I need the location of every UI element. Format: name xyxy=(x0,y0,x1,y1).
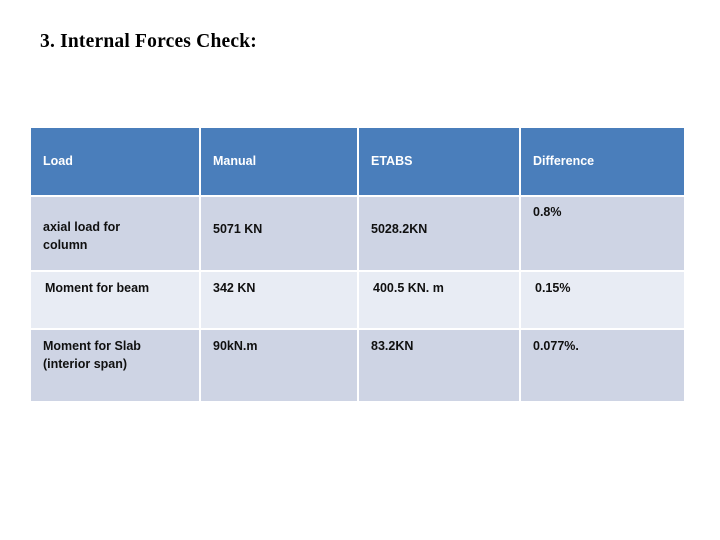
cell-etabs-value: 83.2KN xyxy=(371,339,414,353)
internal-forces-table: Load Manual ETABS Difference axial load … xyxy=(31,128,684,401)
table-row: axial load for column 5071 KN 5028.2KN 0… xyxy=(31,197,684,272)
cell-difference: 0.15% xyxy=(521,272,684,330)
cell-etabs: 5028.2KN xyxy=(359,197,521,272)
column-header-etabs-label: ETABS xyxy=(371,154,413,168)
cell-manual: 5071 KN xyxy=(201,197,359,272)
cell-difference-value: 0.077%. xyxy=(533,339,579,353)
page-title: 3. Internal Forces Check: xyxy=(40,31,257,52)
cell-manual-value: 342 KN xyxy=(213,281,256,295)
cell-etabs-value: 5028.2KN xyxy=(371,222,428,236)
table-header-row: Load Manual ETABS Difference xyxy=(31,128,684,197)
cell-difference-value: 0.8% xyxy=(533,205,562,219)
column-header-manual-label: Manual xyxy=(213,154,257,168)
cell-difference: 0.8% xyxy=(521,197,684,272)
cell-manual-value: 5071 KN xyxy=(213,222,263,236)
column-header-difference: Difference xyxy=(521,128,684,197)
column-header-difference-label: Difference xyxy=(533,154,595,168)
cell-difference-value: 0.15% xyxy=(535,281,571,295)
cell-manual: 90kN.m xyxy=(201,330,359,401)
cell-etabs-value: 400.5 KN. m xyxy=(373,281,444,295)
cell-difference: 0.077%. xyxy=(521,330,684,401)
cell-load: Moment for beam xyxy=(31,272,201,330)
cell-load-value: axial load for column xyxy=(43,220,121,252)
cell-load: axial load for column xyxy=(31,197,201,272)
table-body: axial load for column 5071 KN 5028.2KN 0… xyxy=(31,197,684,401)
column-header-load: Load xyxy=(31,128,201,197)
slide-canvas: 3. Internal Forces Check: Load Manual ET… xyxy=(0,0,720,540)
column-header-etabs: ETABS xyxy=(359,128,521,197)
cell-load-value: Moment for Slab (interior span) xyxy=(43,339,141,371)
cell-etabs: 400.5 KN. m xyxy=(359,272,521,330)
cell-load-value: Moment for beam xyxy=(45,281,150,295)
table-row: Moment for beam 342 KN 400.5 KN. m 0.15% xyxy=(31,272,684,330)
cell-load: Moment for Slab (interior span) xyxy=(31,330,201,401)
column-header-manual: Manual xyxy=(201,128,359,197)
column-header-load-label: Load xyxy=(43,154,73,168)
cell-manual-value: 90kN.m xyxy=(213,339,258,353)
cell-etabs: 83.2KN xyxy=(359,330,521,401)
table-header: Load Manual ETABS Difference xyxy=(31,128,684,197)
table-row: Moment for Slab (interior span) 90kN.m 8… xyxy=(31,330,684,401)
cell-manual: 342 KN xyxy=(201,272,359,330)
